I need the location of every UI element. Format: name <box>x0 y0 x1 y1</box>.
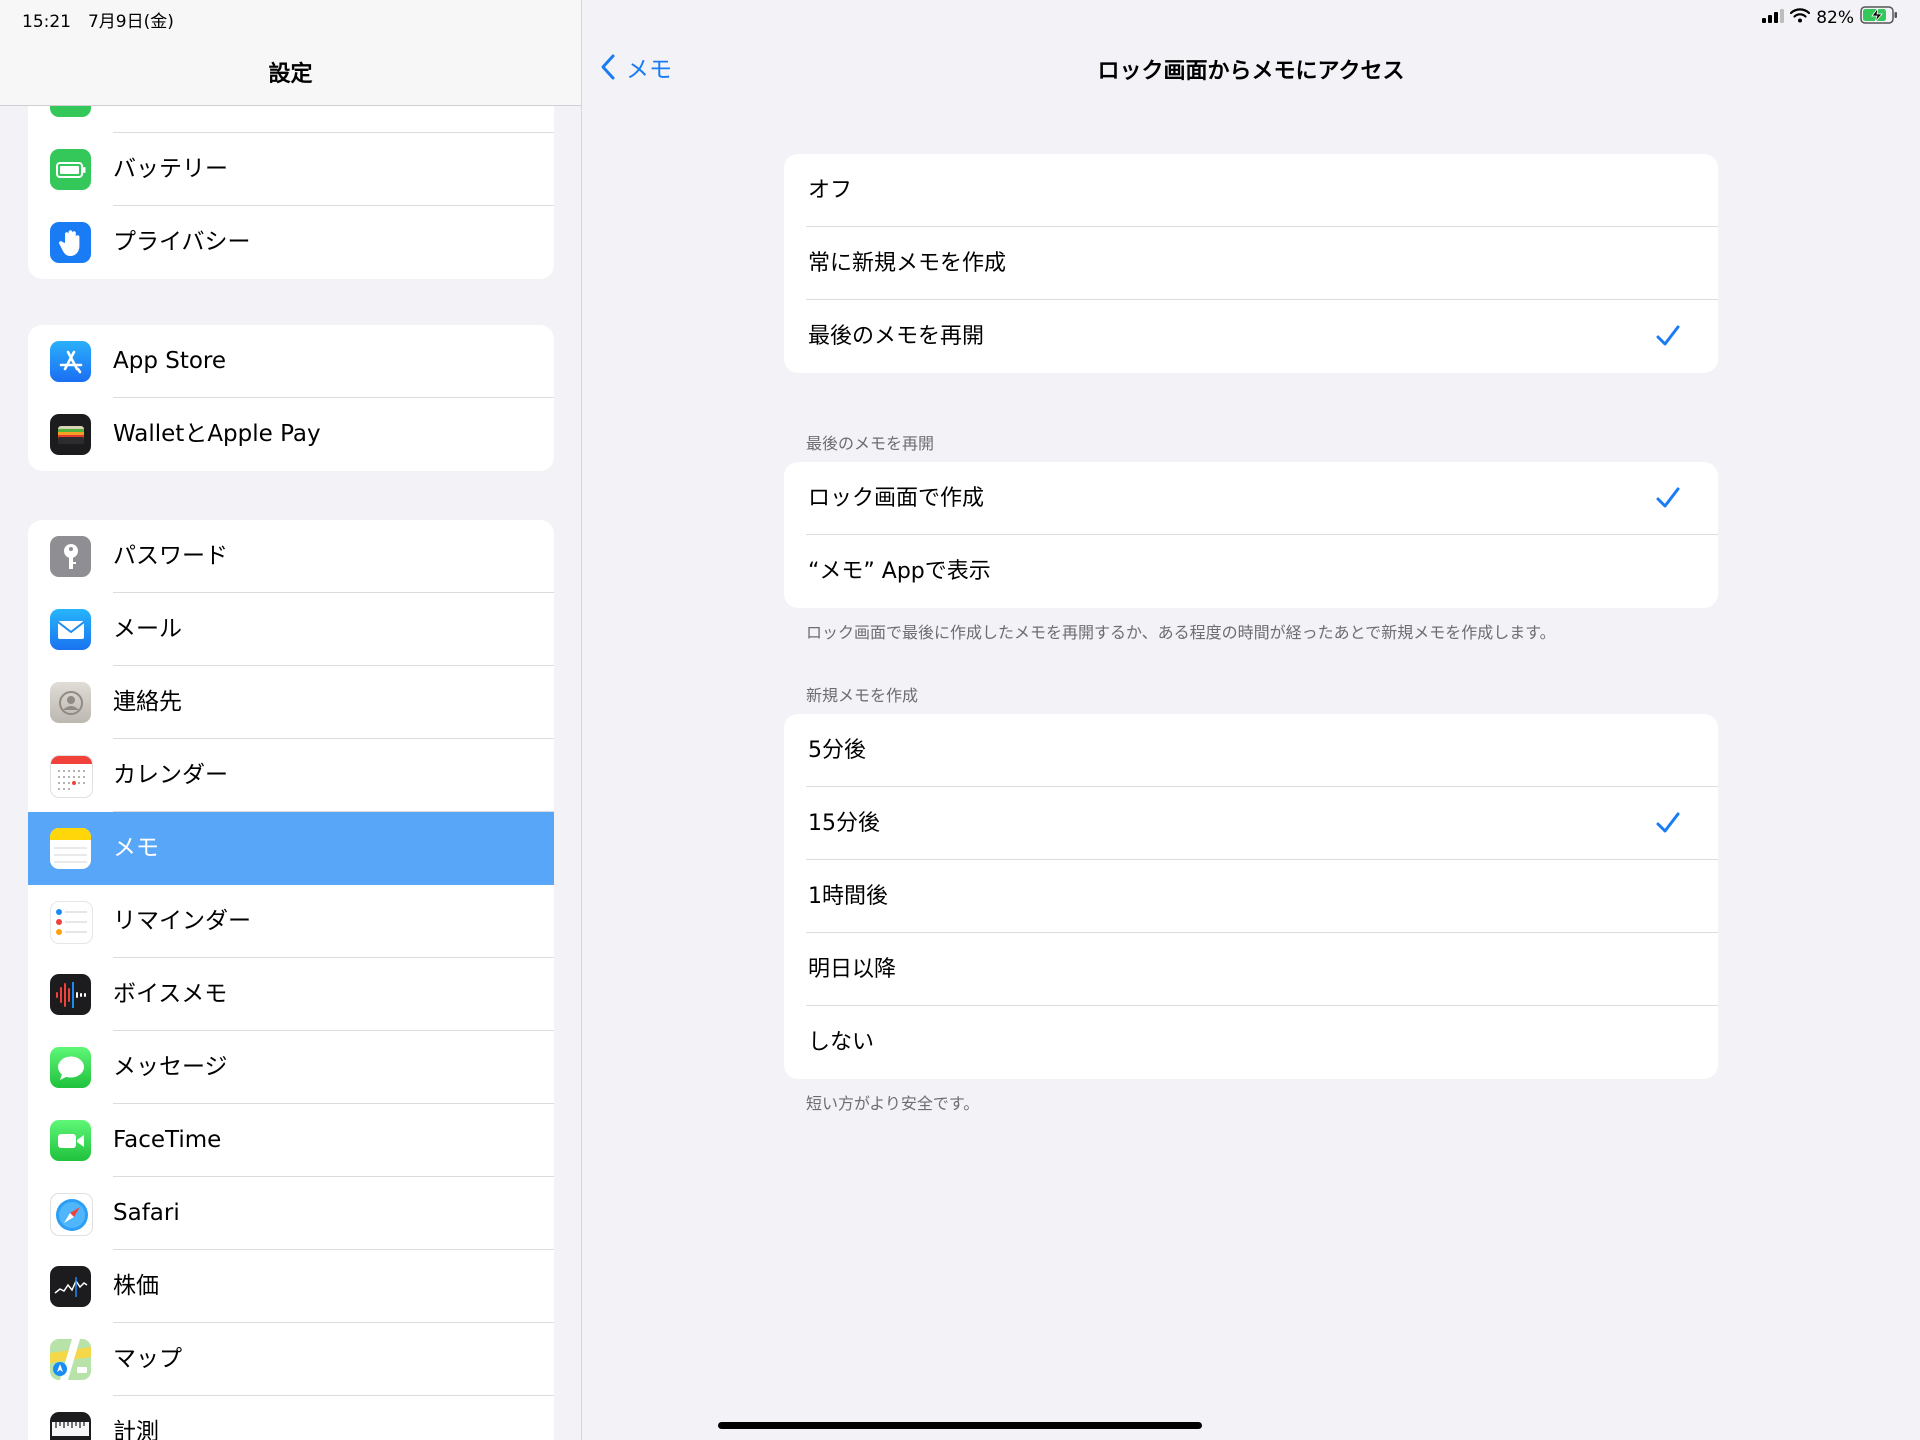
sidebar-item-label: Safari <box>113 1200 180 1226</box>
option-viewed-in-notes-app[interactable]: “メモ” Appで表示 <box>784 535 1718 608</box>
stocks-icon <box>50 1266 91 1307</box>
sidebar-item-app-store[interactable]: App Store <box>28 325 554 398</box>
sidebar-item-facetime[interactable]: FaceTime <box>28 1104 554 1177</box>
option-label: オフ <box>808 178 853 203</box>
key-icon <box>50 536 91 577</box>
option-label: 5分後 <box>808 738 866 763</box>
sidebar-item-mail[interactable]: メール <box>28 593 554 666</box>
maps-icon <box>50 1339 91 1380</box>
sidebar-title: 設定 <box>268 62 313 87</box>
status-time: 15:21 7月9日(金) <box>22 12 174 32</box>
sidebar-item-measure[interactable]: 計測 <box>28 1396 554 1440</box>
sidebar-group-apps: パスワード メール 連絡先 カレンダー メモ リマインダー ボイスメモ メッセー… <box>28 520 554 1440</box>
section-header-new-note: 新規メモを作成 <box>806 686 919 705</box>
option-label: 最後のメモを再開 <box>808 324 985 349</box>
sidebar-group-store: App Store WalletとApple Pay <box>28 325 554 471</box>
page-title: ロック画面からメモにアクセス <box>1097 59 1405 84</box>
option-label: 15分後 <box>808 811 880 836</box>
sidebar-item-contacts[interactable]: 連絡先 <box>28 666 554 739</box>
wifi-icon <box>1790 7 1811 28</box>
safari-icon <box>50 1193 93 1236</box>
option-never[interactable]: しない <box>784 1006 1718 1079</box>
sidebar-item-messages[interactable]: メッセージ <box>28 1031 554 1104</box>
option-1-hour[interactable]: 1時間後 <box>784 860 1718 933</box>
sidebar-item-reminders[interactable]: リマインダー <box>28 885 554 958</box>
sidebar-item-notes[interactable]: メモ <box>28 812 554 885</box>
sidebar-header: 15:21 7月9日(金) 設定 <box>0 0 581 106</box>
option-15-min[interactable]: 15分後 <box>784 787 1718 860</box>
option-after-tomorrow[interactable]: 明日以降 <box>784 933 1718 1006</box>
option-always-new-note[interactable]: 常に新規メモを作成 <box>784 227 1718 300</box>
section-header-resume: 最後のメモを再開 <box>806 434 935 453</box>
option-label: ロック画面で作成 <box>808 486 985 511</box>
status-indicators: 82% <box>1762 6 1898 29</box>
option-off[interactable]: オフ <box>784 154 1718 227</box>
sidebar-item-label: App Store <box>113 348 227 374</box>
messages-icon <box>50 1047 91 1088</box>
sidebar-item-wallet[interactable]: WalletとApple Pay <box>28 398 554 471</box>
wallet-icon <box>50 414 91 455</box>
section-footer-resume: ロック画面で最後に作成したメモを再開するか、ある程度の時間が経ったあとで新規メモ… <box>806 623 1556 642</box>
option-label: しない <box>808 1030 875 1055</box>
option-resume-last-note[interactable]: 最後のメモを再開 <box>784 300 1718 373</box>
checkmark-icon <box>1656 812 1680 838</box>
sidebar-item-label: プライバシー <box>113 229 251 255</box>
sidebar-item-label: 連絡先 <box>113 689 182 715</box>
sidebar-item-label: メール <box>113 616 182 642</box>
sidebar-item-label: 計測 <box>113 1419 159 1440</box>
sidebar-item-label: ボイスメモ <box>113 981 228 1007</box>
sidebar-item-label: パスワード <box>113 543 228 569</box>
sidebar: バッテリー プライバシー App Store WalletとApple Pay <box>0 0 582 1440</box>
battery-percent: 82% <box>1816 7 1854 28</box>
option-label: 常に新規メモを作成 <box>808 251 1007 276</box>
sidebar-item-maps[interactable]: マップ <box>28 1323 554 1396</box>
reminders-icon <box>50 901 93 944</box>
app-store-icon <box>50 341 91 382</box>
sidebar-item-privacy[interactable]: プライバシー <box>28 206 554 279</box>
sidebar-item-label: バッテリー <box>113 156 228 182</box>
sidebar-item-label: リマインダー <box>113 908 251 934</box>
calendar-icon <box>50 755 93 798</box>
option-created-on-lock-screen[interactable]: ロック画面で作成 <box>784 462 1718 535</box>
battery-charging-icon <box>1860 6 1898 29</box>
facetime-icon <box>50 1120 91 1161</box>
sidebar-item-label: WalletとApple Pay <box>113 421 321 447</box>
sidebar-item-calendar[interactable]: カレンダー <box>28 739 554 812</box>
detail-pane: 82% メモ ロック画面からメモにアクセス オフ 常に新規メモを作成 最後のメモ… <box>582 0 1920 1440</box>
section-footer-new-note: 短い方がより安全です。 <box>806 1094 980 1113</box>
hand-icon <box>50 222 91 263</box>
measure-icon <box>50 1412 91 1440</box>
option-label: “メモ” Appで表示 <box>808 559 991 584</box>
checkmark-icon <box>1656 487 1680 513</box>
sidebar-item-label: メッセージ <box>113 1054 228 1080</box>
notes-icon <box>50 828 91 869</box>
battery-icon <box>50 149 91 190</box>
option-label: 明日以降 <box>808 957 897 982</box>
checkmark-icon <box>1656 325 1680 351</box>
cellular-signal-icon <box>1762 8 1785 28</box>
sidebar-item-label: カレンダー <box>113 762 228 788</box>
voice-memo-icon <box>50 974 91 1015</box>
resume-options: ロック画面で作成 “メモ” Appで表示 <box>784 462 1718 608</box>
option-label: 1時間後 <box>808 884 888 909</box>
new-note-options: 5分後 15分後 1時間後 明日以降 しない <box>784 714 1718 1079</box>
option-5-min[interactable]: 5分後 <box>784 714 1718 787</box>
sidebar-item-battery[interactable]: バッテリー <box>28 133 554 206</box>
sidebar-item-voice-memos[interactable]: ボイスメモ <box>28 958 554 1031</box>
access-mode-options: オフ 常に新規メモを作成 最後のメモを再開 <box>784 154 1718 373</box>
sidebar-item-label: メモ <box>113 835 159 861</box>
home-indicator[interactable] <box>718 1422 1202 1429</box>
contacts-icon <box>50 682 91 723</box>
sidebar-item-safari[interactable]: Safari <box>28 1177 554 1250</box>
mail-icon <box>50 609 91 650</box>
sidebar-item-label: 株価 <box>113 1273 159 1299</box>
sidebar-item-passwords[interactable]: パスワード <box>28 520 554 593</box>
sidebar-item-label: マップ <box>113 1346 182 1372</box>
sidebar-item-stocks[interactable]: 株価 <box>28 1250 554 1323</box>
sidebar-item-label: FaceTime <box>113 1127 222 1153</box>
